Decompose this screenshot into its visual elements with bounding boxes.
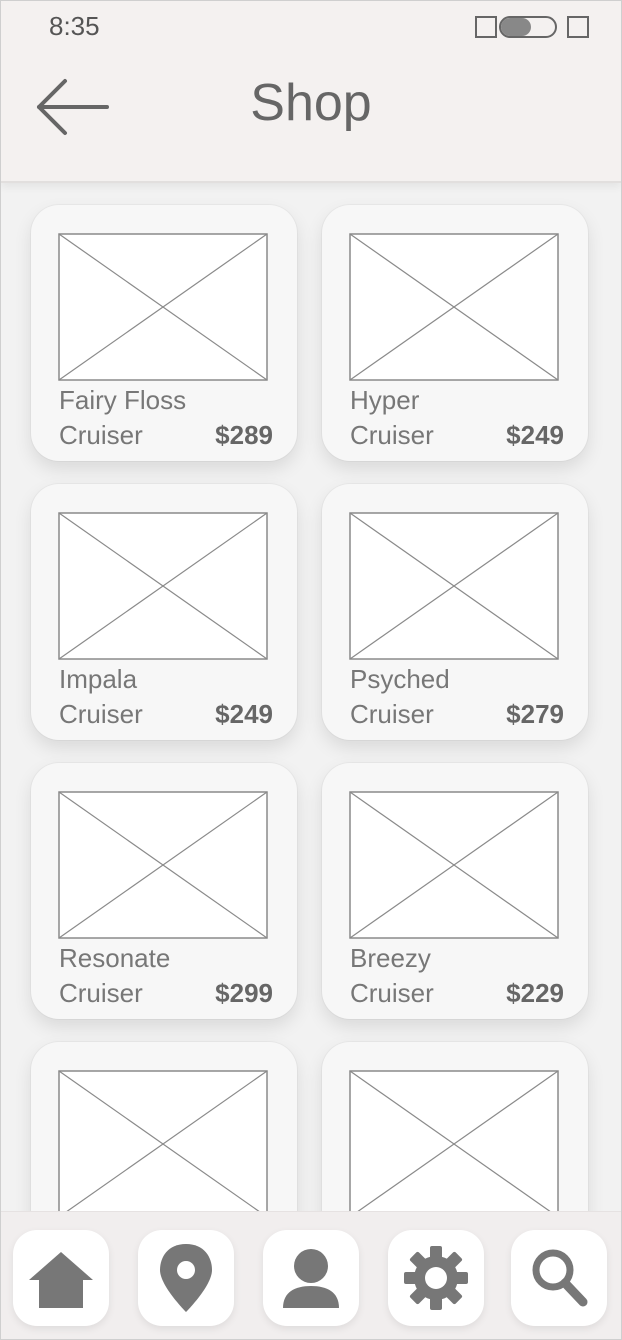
product-price: $289 [215,420,273,450]
tab-settings[interactable] [388,1230,484,1326]
image-placeholder-icon [58,791,268,939]
tab-search[interactable] [511,1230,607,1326]
image-placeholder-icon [58,1070,268,1213]
product-price: $249 [215,699,273,729]
product-price: $299 [215,978,273,1008]
product-card[interactable]: Hyper Cruiser $249 [322,205,588,461]
product-type: Cruiser [350,699,434,729]
status-time: 8:35 [49,11,100,41]
product-type: Cruiser [59,978,143,1008]
product-name: Resonate [59,943,171,973]
image-placeholder-icon [58,233,268,381]
search-icon [532,1249,588,1307]
product-name: Fairy Floss [59,385,187,415]
product-card[interactable] [322,1042,588,1213]
app-header: 8:35 Shop [1,1,621,183]
product-type: Cruiser [59,699,143,729]
image-placeholder-icon [349,233,559,381]
tab-location[interactable] [138,1230,234,1326]
product-card[interactable]: Fairy Floss Cruiser $289 [31,205,297,461]
gear-icon [404,1246,468,1310]
image-placeholder-icon [58,512,268,660]
product-price: $229 [506,978,564,1008]
product-name: Breezy [350,943,431,973]
product-type: Cruiser [350,420,434,450]
product-card[interactable]: Breezy Cruiser $229 [322,763,588,1019]
image-placeholder-icon [349,512,559,660]
product-card[interactable]: Impala Cruiser $249 [31,484,297,740]
product-name: Hyper [350,385,420,415]
image-placeholder-icon [349,791,559,939]
product-name: Psyched [350,664,450,694]
phone-screen: 8:35 Shop Fairy Floss Cruiser $289 Hyper… [0,0,622,1340]
home-icon [29,1252,93,1308]
product-card[interactable] [31,1042,297,1213]
image-placeholder-icon [349,1070,559,1213]
tab-profile[interactable] [263,1230,359,1326]
product-card[interactable]: Psyched Cruiser $279 [322,484,588,740]
product-price: $279 [506,699,564,729]
map-pin-icon [160,1244,212,1312]
page-title: Shop [250,74,372,132]
product-type: Cruiser [59,420,143,450]
tab-home[interactable] [13,1230,109,1326]
bottom-tab-bar [1,1211,621,1339]
product-price: $249 [506,420,564,450]
status-indicators-icon [475,16,589,38]
product-name: Impala [59,664,138,694]
user-icon [283,1249,339,1308]
product-type: Cruiser [350,978,434,1008]
product-grid-scroll-area[interactable]: Fairy Floss Cruiser $289 Hyper Cruiser $… [1,183,621,1213]
product-card[interactable]: Resonate Cruiser $299 [31,763,297,1019]
